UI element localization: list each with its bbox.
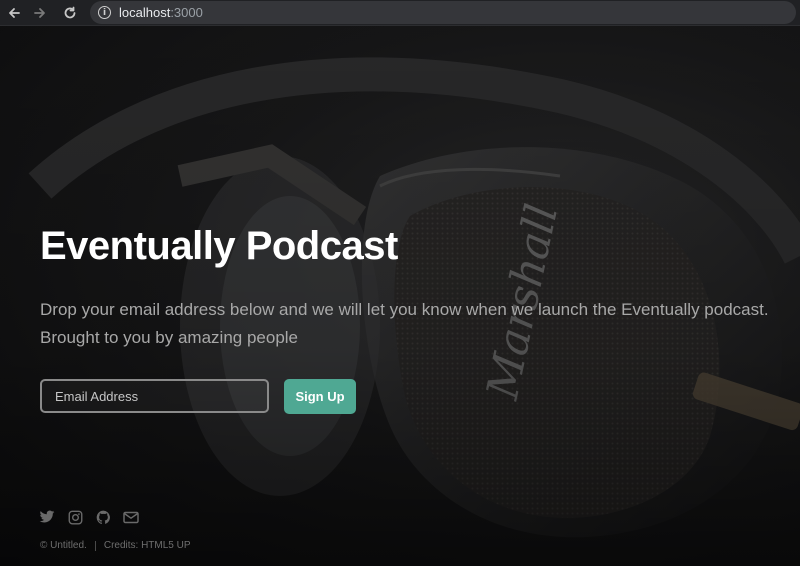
address-bar[interactable]: i localhost:3000 xyxy=(90,1,796,24)
info-icon[interactable]: i xyxy=(98,6,111,19)
signup-button[interactable]: Sign Up xyxy=(284,379,356,414)
credits-link[interactable]: HTML5 UP xyxy=(141,540,190,551)
social-links xyxy=(38,508,140,526)
footer: © Untitled. Credits: HTML5 UP xyxy=(40,540,191,551)
forward-arrow-icon[interactable] xyxy=(30,3,50,23)
github-icon[interactable] xyxy=(94,508,112,526)
url-host: localhost xyxy=(119,5,171,20)
browser-toolbar: i localhost:3000 xyxy=(0,0,800,26)
hero-section: Marshall Eventually Podcast Drop your em… xyxy=(0,26,800,566)
twitter-icon[interactable] xyxy=(38,508,56,526)
page-title: Eventually Podcast xyxy=(40,224,398,268)
footer-divider xyxy=(94,540,96,551)
copyright-text: © Untitled. xyxy=(40,540,87,551)
email-icon[interactable] xyxy=(122,508,140,526)
page-description: Drop your email address below and we wil… xyxy=(40,300,769,347)
url-port: :3000 xyxy=(170,5,203,20)
instagram-icon[interactable] xyxy=(66,508,84,526)
email-input[interactable] xyxy=(40,379,269,413)
reload-icon[interactable] xyxy=(60,3,80,23)
back-arrow-icon[interactable] xyxy=(4,3,24,23)
credits-label: Credits: xyxy=(103,540,142,551)
